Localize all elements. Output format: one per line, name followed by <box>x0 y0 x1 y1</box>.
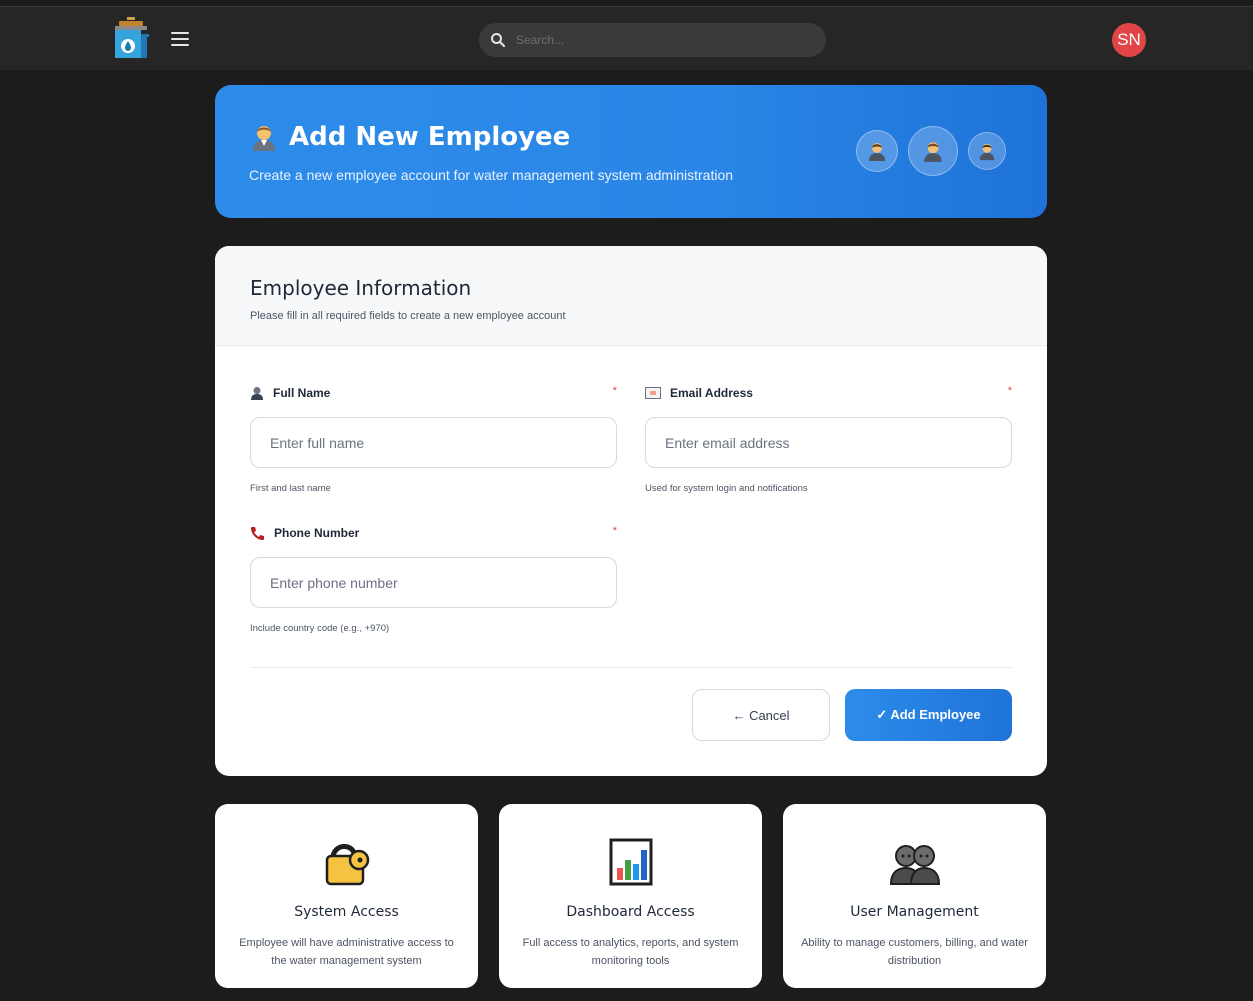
envelope-icon <box>645 387 661 399</box>
feature-description: Full access to analytics, reports, and s… <box>522 937 739 967</box>
lock-icon <box>325 844 369 886</box>
full-name-input[interactable] <box>250 417 617 468</box>
required-indicator: * <box>1007 385 1012 397</box>
employee-avatar-icon <box>856 130 898 172</box>
feature-title: Dashboard Access <box>566 904 695 920</box>
email-field: Email Address * Used for system login an… <box>645 385 1012 494</box>
cancel-button[interactable]: ← Cancel <box>692 689 830 741</box>
required-indicator: * <box>612 385 617 397</box>
search-input[interactable] <box>516 33 796 47</box>
full-name-field: Full Name * First and last name <box>250 385 617 494</box>
feature-title: User Management <box>850 904 979 920</box>
email-label-text: Email Address <box>670 386 753 400</box>
phone-label: Phone Number <box>250 525 617 541</box>
email-label: Email Address <box>645 385 1012 401</box>
hamburger-menu-icon[interactable] <box>171 32 189 46</box>
feature-title: System Access <box>294 904 399 920</box>
phone-hint: Include country code (e.g., +970) <box>250 623 390 634</box>
page-title: Add New Employee <box>249 122 570 152</box>
search-bar[interactable] <box>479 23 826 57</box>
page-subtitle: Create a new employee account for water … <box>249 167 734 183</box>
full-name-label-text: Full Name <box>273 386 331 400</box>
full-name-label: Full Name <box>250 385 617 401</box>
employee-avatar-icon <box>908 126 958 176</box>
user-avatar[interactable]: SN <box>1112 23 1146 57</box>
feature-card-user-management: User Management Ability to manage custom… <box>783 804 1046 988</box>
hero-decoration <box>856 126 1016 176</box>
add-employee-button[interactable]: ✓ Add Employee <box>845 689 1012 741</box>
page-header-banner: Add New Employee Create a new employee a… <box>215 85 1047 218</box>
top-bar: SN <box>0 6 1253 70</box>
users-icon <box>889 845 940 885</box>
phone-label-text: Phone Number <box>274 526 360 540</box>
form-header: Employee Information Please fill in all … <box>215 246 1047 346</box>
page-title-text: Add New Employee <box>289 122 571 152</box>
feature-description: Ability to manage customers, billing, an… <box>801 937 1028 967</box>
phone-icon <box>251 526 264 540</box>
search-icon <box>491 33 506 48</box>
phone-field: Phone Number * Include country code (e.g… <box>250 525 617 634</box>
water-tank-logo-icon[interactable] <box>111 17 151 61</box>
office-worker-icon <box>253 126 275 151</box>
form-description: Please fill in all required fields to cr… <box>250 310 566 322</box>
feature-description: Employee will have administrative access… <box>239 937 454 967</box>
employee-form-card: Employee Information Please fill in all … <box>215 246 1047 776</box>
full-name-hint: First and last name <box>250 483 331 494</box>
feature-card-system-access: System Access Employee will have adminis… <box>215 804 478 988</box>
email-input[interactable] <box>645 417 1012 468</box>
form-title: Employee Information <box>250 276 472 300</box>
person-icon <box>251 387 263 400</box>
required-indicator: * <box>612 525 617 537</box>
bar-chart-icon <box>609 838 652 886</box>
feature-card-dashboard-access: Dashboard Access Full access to analytic… <box>499 804 762 988</box>
phone-input[interactable] <box>250 557 617 608</box>
email-hint: Used for system login and notifications <box>645 483 808 494</box>
form-divider <box>250 667 1012 668</box>
employee-avatar-icon <box>968 132 1006 170</box>
